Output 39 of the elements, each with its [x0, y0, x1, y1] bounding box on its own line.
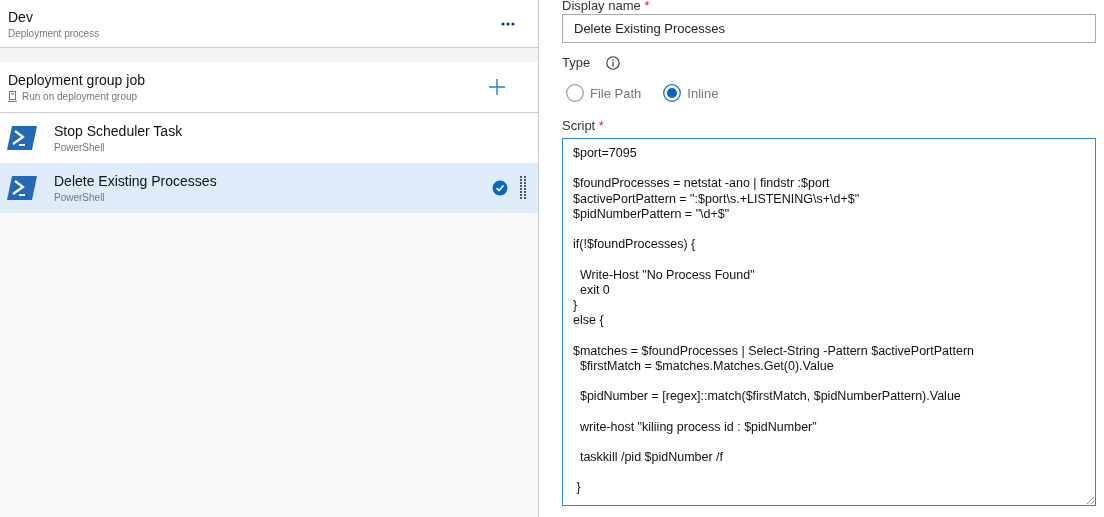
display-name-label: Display name *	[562, 0, 650, 13]
more-icon[interactable]	[501, 21, 515, 26]
script-line: if(!$foundProcesses) {	[573, 237, 696, 253]
script-field[interactable]	[562, 138, 1096, 506]
radio-option[interactable]: Inline	[663, 84, 719, 102]
task-item[interactable]: Stop Scheduler Task PowerShell	[0, 113, 538, 163]
job-title: Deployment group job	[8, 72, 145, 88]
script-line: }	[575, 480, 581, 496]
script-line: $pidNumber = [regex]::match($firstMatch, $pidNumberPattern).Value	[578, 389, 961, 405]
script-line: else {	[573, 313, 604, 329]
script-line: $foundProcesses = netstat -ano | findstr :$port	[573, 176, 830, 192]
radio-option[interactable]: File Path	[566, 84, 642, 102]
display-name-field[interactable]: Delete Existing Processes	[562, 14, 1096, 43]
script-label: Script *	[562, 118, 604, 134]
powershell-icon	[7, 176, 37, 200]
script-line: taskkill /pid $pidNumber /f	[578, 449, 724, 466]
script-line: exit 0	[578, 282, 610, 298]
script-line: $pidNumberPattern = "\d+$"	[573, 206, 730, 222]
powershell-icon	[7, 126, 37, 150]
stage-subtitle: Deployment process	[8, 27, 100, 39]
script-line: $activePortPattern = ":$port\s.+LISTENING\s+\d+$"	[573, 191, 860, 207]
drag-handle-icon[interactable]	[520, 175, 526, 201]
resize-handle-icon[interactable]	[1086, 496, 1094, 504]
script-line: $matches = $foundProcesses | Select-String -Pattern $activePortPattern	[573, 343, 975, 359]
script-line: $port=7095	[573, 146, 637, 162]
task-item[interactable]: Delete Existing Processes PowerShell	[0, 163, 538, 213]
server-icon	[8, 91, 17, 102]
script-line: $firstMatch = $matches.Matches.Get(0).Value	[578, 358, 834, 374]
radio-icon[interactable]	[663, 84, 682, 102]
radio-icon[interactable]	[566, 84, 584, 102]
add-icon[interactable]	[489, 79, 505, 95]
check-icon	[492, 180, 508, 196]
info-icon[interactable]	[606, 55, 621, 70]
stage-title: Dev	[8, 8, 34, 25]
script-line: }	[573, 298, 578, 314]
script-line: write-host "kiliing process id : $pidNumber"	[578, 419, 817, 435]
type-label: Type	[562, 55, 591, 70]
job-subtitle: Run on deployment group	[22, 91, 138, 102]
script-line: Write-Host "No Process Found"	[578, 267, 755, 283]
